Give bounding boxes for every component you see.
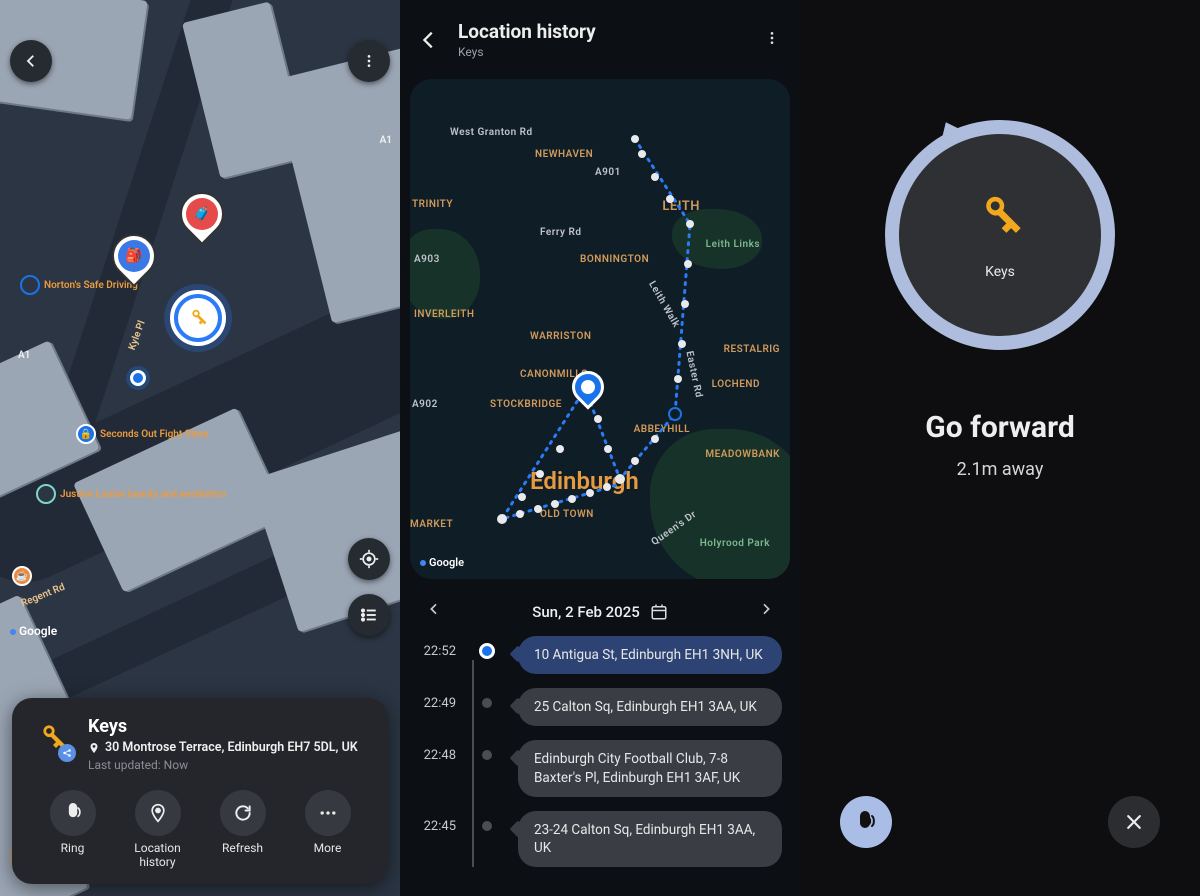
tag-pin-keys-selected[interactable] bbox=[170, 290, 226, 346]
timeline-entry[interactable]: 22:52 10 Antigua St, Edinburgh EH1 3NH, … bbox=[418, 636, 782, 674]
page-subtitle: Keys bbox=[458, 45, 596, 59]
history-map[interactable]: NEWHAVEN TRINITY LEITH BONNINGTON INVERL… bbox=[410, 79, 790, 579]
device-info-card: Keys 30 Montrose Terrace, Edinburgh EH7 … bbox=[12, 698, 388, 884]
tag-name: Keys bbox=[985, 264, 1015, 280]
road-label-a1: A1 bbox=[18, 350, 30, 361]
more-action[interactable]: More bbox=[291, 790, 365, 870]
ring-action[interactable]: Ring bbox=[36, 790, 110, 870]
refresh-action[interactable]: Refresh bbox=[206, 790, 280, 870]
device-address: 30 Montrose Terrace, Edinburgh EH7 5DL, … bbox=[88, 740, 370, 755]
prev-day-button[interactable] bbox=[416, 595, 452, 628]
selected-date: Sun, 2 Feb 2025 bbox=[532, 603, 640, 621]
page-title: Location history bbox=[458, 20, 596, 43]
timeline-entry[interactable]: 22:49 25 Calton Sq, Edinburgh EH1 3AA, U… bbox=[418, 688, 782, 726]
list-view-button[interactable] bbox=[348, 594, 390, 636]
device-map-screen: A1 A1 Kyle Pl Regent Rd Norton's Safe Dr… bbox=[0, 0, 400, 896]
user-location-dot bbox=[130, 370, 146, 386]
close-icon bbox=[1124, 812, 1144, 832]
back-button[interactable] bbox=[414, 25, 444, 55]
header: Location history Keys bbox=[400, 0, 800, 69]
back-button[interactable] bbox=[10, 40, 52, 82]
google-attribution: Google bbox=[420, 556, 464, 569]
last-updated: Last updated: Now bbox=[88, 758, 370, 772]
direction-instruction: Go forward bbox=[925, 410, 1074, 445]
direction-compass: Keys bbox=[885, 120, 1115, 350]
device-name: Keys bbox=[88, 716, 370, 737]
key-icon bbox=[187, 307, 209, 329]
road-label-a1b: A1 bbox=[380, 135, 392, 146]
secondary-marker bbox=[668, 407, 682, 421]
timeline-entry[interactable]: 22:45 23-24 Calton Sq, Edinburgh EH1 3AA… bbox=[418, 811, 782, 867]
poi-justine[interactable]: Justine Louise beauty and aesthetics bbox=[36, 484, 226, 504]
locate-me-button[interactable] bbox=[348, 538, 390, 580]
timeline-list: 22:52 10 Antigua St, Edinburgh EH1 3NH, … bbox=[400, 636, 800, 867]
tag-pin-suitcase[interactable]: 🧳 bbox=[171, 183, 233, 245]
poi-seconds[interactable]: 🔒 Seconds Out Fight Store bbox=[76, 424, 209, 444]
key-icon bbox=[30, 716, 74, 760]
key-icon bbox=[973, 190, 1027, 244]
date-selector: Sun, 2 Feb 2025 bbox=[400, 579, 800, 636]
overflow-menu-button[interactable] bbox=[348, 40, 390, 82]
distance-label: 2.1m away bbox=[957, 459, 1044, 480]
find-nearby-screen: Keys Go forward 2.1m away bbox=[800, 0, 1200, 896]
poi-cafe[interactable]: ☕ bbox=[12, 566, 32, 586]
calendar-icon[interactable] bbox=[650, 603, 668, 621]
close-button[interactable] bbox=[1108, 796, 1160, 848]
ring-button[interactable] bbox=[840, 796, 892, 848]
location-history-screen: Location history Keys NEWHAVEN TRINITY L… bbox=[400, 0, 800, 896]
location-history-action[interactable]: Location history bbox=[121, 790, 195, 870]
timeline-entry[interactable]: 22:48 Edinburgh City Football Club, 7-8 … bbox=[418, 740, 782, 796]
poi-norton[interactable]: Norton's Safe Driving bbox=[20, 275, 138, 295]
overflow-menu-button[interactable] bbox=[758, 24, 786, 56]
road-label-kyle: Kyle Pl bbox=[127, 319, 148, 352]
next-day-button[interactable] bbox=[748, 595, 784, 628]
share-badge-icon bbox=[58, 744, 76, 762]
google-attribution: Google bbox=[10, 624, 57, 638]
pin-icon bbox=[88, 742, 100, 754]
track-path bbox=[410, 79, 790, 579]
